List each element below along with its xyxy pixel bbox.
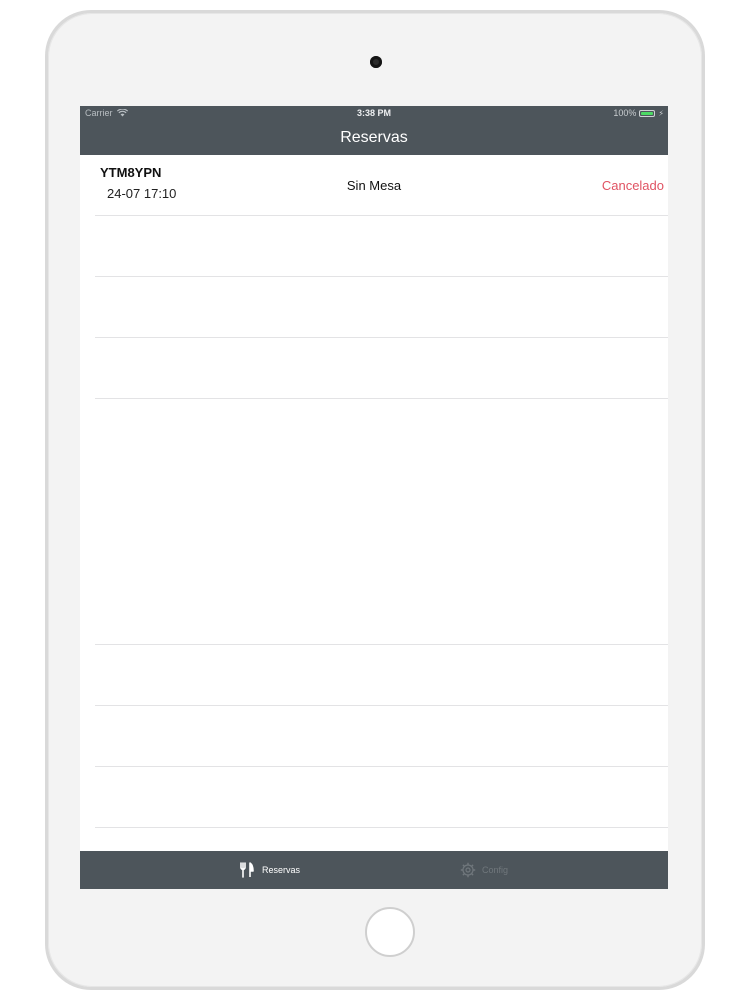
tab-config[interactable]: Config bbox=[460, 851, 508, 889]
empty-row bbox=[95, 216, 668, 277]
row-divider bbox=[95, 339, 668, 340]
reservation-table: Sin Mesa bbox=[346, 178, 402, 193]
page-title: Reservas bbox=[340, 129, 408, 146]
charging-icon: ⚡ bbox=[658, 108, 664, 118]
empty-row bbox=[95, 645, 668, 706]
battery-percent: 100% bbox=[613, 108, 637, 118]
app-screen: Carrier 3:38 PM 100% ⚡ Reservas YTM8YPN … bbox=[80, 106, 668, 889]
tab-bar: Reservas Config bbox=[80, 851, 668, 889]
status-time: 3:38 PM bbox=[356, 108, 391, 118]
camera-icon bbox=[370, 56, 382, 68]
reservation-status: Cancelado bbox=[601, 178, 664, 193]
battery-indicator: 100% ⚡ bbox=[613, 108, 664, 118]
empty-row bbox=[95, 584, 668, 645]
home-button[interactable] bbox=[365, 907, 415, 957]
empty-row bbox=[95, 706, 668, 767]
status-bar: Carrier 3:38 PM 100% ⚡ bbox=[80, 106, 668, 121]
tab-reservas[interactable]: Reservas bbox=[238, 851, 300, 889]
battery-icon bbox=[639, 109, 656, 117]
empty-row bbox=[95, 277, 668, 338]
empty-row bbox=[95, 767, 668, 828]
gear-icon bbox=[460, 862, 476, 878]
reservation-row[interactable]: YTM8YPN 24-07 17:10 Sin Mesa Cancelado bbox=[95, 155, 668, 216]
fork-knife-icon bbox=[240, 862, 254, 878]
navigation-bar: Reservas bbox=[80, 121, 668, 155]
tab-reservas-label: Reservas bbox=[262, 865, 301, 875]
tab-config-label: Config bbox=[482, 865, 509, 875]
empty-row bbox=[95, 338, 668, 399]
